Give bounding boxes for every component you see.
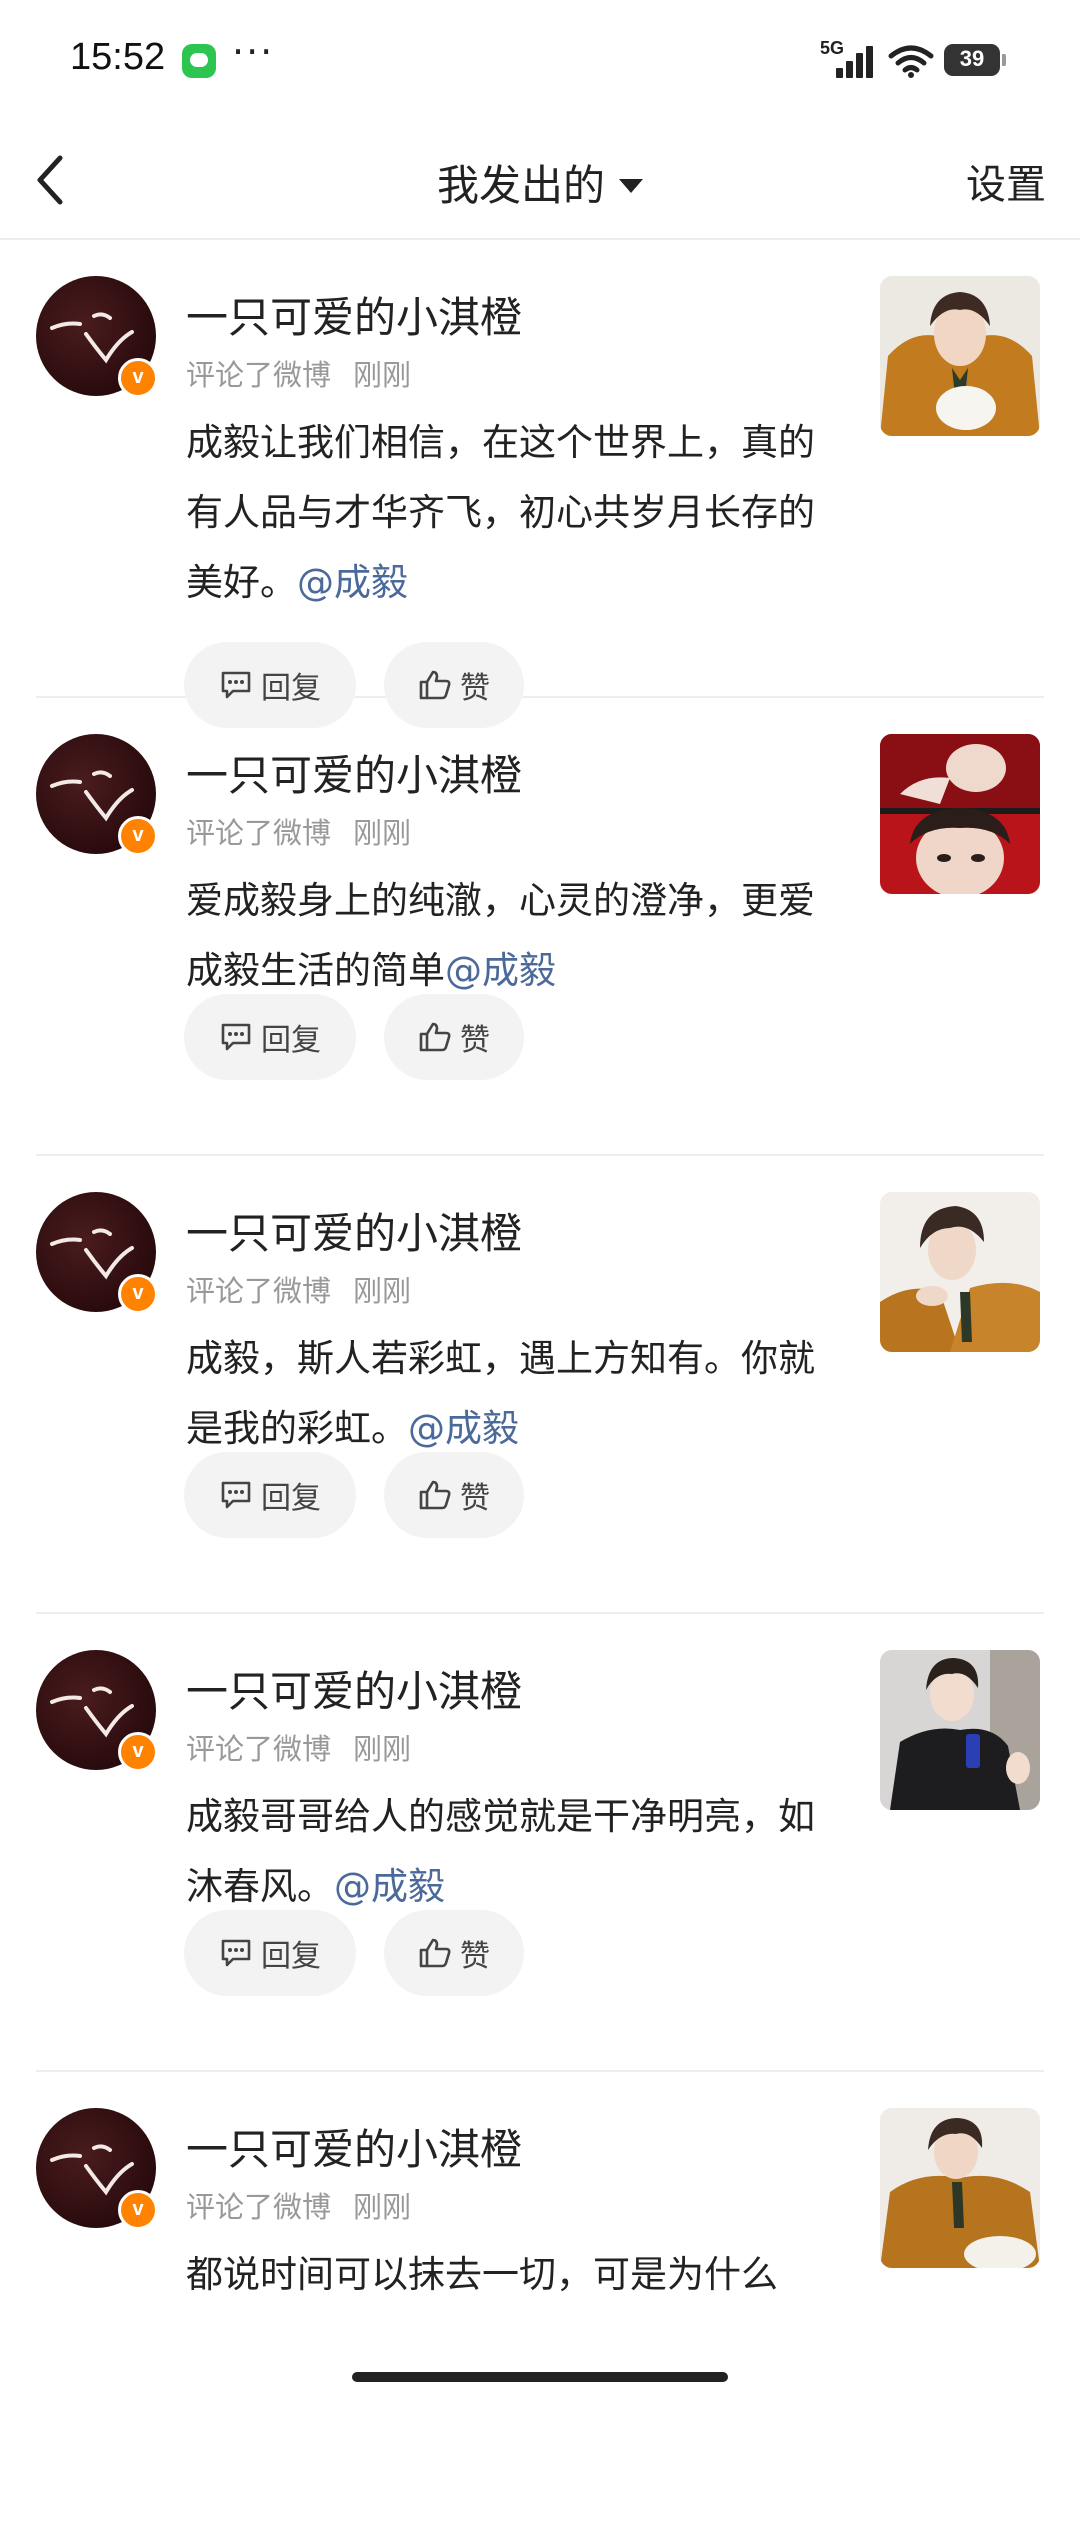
comment-actions: 回复 赞 — [184, 1910, 524, 1996]
action-label: 评论了微博 — [186, 358, 332, 392]
mention-link[interactable]: @成毅 — [445, 949, 556, 992]
wifi-icon — [888, 45, 934, 78]
comment-text: 都说时间可以抹去一切，可是为什么 — [186, 2240, 826, 2310]
avatar[interactable]: v — [36, 2108, 158, 2230]
signal-icon — [836, 44, 876, 78]
status-time: 15:52 — [70, 36, 166, 78]
like-button[interactable]: 赞 — [384, 1910, 524, 1996]
message-app-icon — [182, 44, 216, 78]
action-label: 评论了微博 — [186, 1274, 332, 1308]
comment-bubble-icon — [221, 1939, 251, 1967]
timestamp: 刚刚 — [353, 358, 412, 392]
reply-button[interactable]: 回复 — [184, 994, 356, 1080]
username[interactable]: 一只可爱的小淇橙 — [186, 742, 522, 803]
avatar[interactable]: v — [36, 1192, 158, 1314]
avatar[interactable]: v — [36, 276, 158, 398]
reply-label: 回复 — [261, 1481, 321, 1516]
timestamp: 刚刚 — [353, 816, 412, 850]
reply-label: 回复 — [261, 1023, 321, 1058]
comment-text: 成毅，斯人若彩虹，遇上方知有。你就是我的彩虹。@成毅 — [186, 1324, 826, 1464]
comment-bubble-icon — [221, 1023, 251, 1051]
comment-text: 爱成毅身上的纯澈，心灵的澄净，更爱成毅生活的简单@成毅 — [186, 866, 826, 1006]
nav-bar: 我发出的 设置 — [0, 120, 1080, 240]
reply-button[interactable]: 回复 — [184, 1910, 356, 1996]
action-label: 评论了微博 — [186, 2190, 332, 2224]
post-thumbnail[interactable] — [880, 276, 1040, 436]
comment-meta: 评论了微博 刚刚 — [186, 810, 411, 852]
reply-button[interactable]: 回复 — [184, 1452, 356, 1538]
avatar[interactable]: v — [36, 1650, 158, 1772]
battery-icon: 39 — [944, 44, 1006, 76]
thumbs-up-icon — [419, 1938, 451, 1968]
like-button[interactable]: 赞 — [384, 994, 524, 1080]
status-bar: 15:52 ··· 5G 39 — [0, 0, 1080, 120]
action-label: 评论了微博 — [186, 816, 332, 850]
post-thumbnail[interactable] — [880, 1650, 1040, 1810]
comment-card[interactable]: v 一只可爱的小淇橙 评论了微博 刚刚 都说时间可以抹去一切，可是为什么 — [36, 2072, 1044, 2528]
page-title-label: 我发出的 — [436, 161, 605, 210]
title-dropdown[interactable]: 我发出的 — [437, 152, 643, 213]
thumbs-up-icon — [419, 1022, 451, 1052]
username[interactable]: 一只可爱的小淇橙 — [186, 2116, 522, 2177]
comment-meta: 评论了微博 刚刚 — [186, 1726, 411, 1768]
timestamp: 刚刚 — [353, 2190, 412, 2224]
verified-badge: v — [118, 1274, 158, 1314]
like-label: 赞 — [460, 1939, 490, 1974]
timestamp: 刚刚 — [353, 1274, 412, 1308]
post-thumbnail[interactable] — [880, 2108, 1040, 2268]
comment-card[interactable]: v 一只可爱的小淇橙 评论了微博 刚刚 成毅，斯人若彩虹，遇上方知有。你就是我的彩… — [36, 1156, 1044, 1614]
post-thumbnail[interactable] — [880, 734, 1040, 894]
username[interactable]: 一只可爱的小淇橙 — [186, 1200, 522, 1261]
username[interactable]: 一只可爱的小淇橙 — [186, 284, 522, 345]
post-thumbnail[interactable] — [880, 1192, 1040, 1352]
more-notifications-icon: ··· — [232, 30, 275, 74]
comment-actions: 回复 赞 — [184, 994, 524, 1080]
avatar[interactable]: v — [36, 734, 158, 856]
thumbs-up-icon — [419, 1480, 451, 1510]
mention-link[interactable]: @成毅 — [408, 1407, 519, 1450]
comment-actions: 回复 赞 — [184, 1452, 524, 1538]
mention-link[interactable]: @成毅 — [297, 561, 408, 604]
like-label: 赞 — [460, 1481, 490, 1516]
comment-text: 成毅让我们相信，在这个世界上，真的有人品与才华齐飞，初心共岁月长存的美好。@成毅 — [186, 408, 826, 618]
comment-meta: 评论了微博 刚刚 — [186, 352, 411, 394]
battery-level: 39 — [959, 46, 985, 71]
action-label: 评论了微博 — [186, 1732, 332, 1766]
comment-body: 成毅让我们相信，在这个世界上，真的有人品与才华齐飞，初心共岁月长存的美好。 — [186, 421, 815, 604]
like-button[interactable]: 赞 — [384, 1452, 524, 1538]
comment-card[interactable]: v 一只可爱的小淇橙 评论了微博 刚刚 爱成毅身上的纯澈，心灵的澄净，更爱成毅生活… — [36, 698, 1044, 1156]
home-indicator[interactable] — [352, 2372, 728, 2382]
verified-badge: v — [118, 816, 158, 856]
comment-body: 成毅哥哥给人的感觉就是干净明亮，如沐春风。 — [186, 1795, 815, 1908]
timestamp: 刚刚 — [353, 1732, 412, 1766]
comment-card[interactable]: v 一只可爱的小淇橙 评论了微博 刚刚 成毅让我们相信，在这个世界上，真的有人品与… — [36, 240, 1044, 728]
verified-badge: v — [118, 358, 158, 398]
comment-bubble-icon — [221, 1481, 251, 1509]
comment-card[interactable]: v 一只可爱的小淇橙 评论了微博 刚刚 成毅哥哥给人的感觉就是干净明亮，如沐春风。… — [36, 1614, 1044, 2072]
settings-button[interactable]: 设置 — [966, 152, 1046, 210]
reply-label: 回复 — [261, 1939, 321, 1974]
comment-bubble-icon — [221, 671, 251, 699]
comment-text: 成毅哥哥给人的感觉就是干净明亮，如沐春风。@成毅 — [186, 1782, 826, 1922]
verified-badge: v — [118, 1732, 158, 1772]
comment-body: 都说时间可以抹去一切，可是为什么 — [186, 2253, 778, 2296]
caret-down-icon — [619, 178, 643, 193]
page-title: 我发出的 — [0, 152, 1080, 213]
mention-link[interactable]: @成毅 — [334, 1865, 445, 1908]
like-label: 赞 — [460, 1023, 490, 1058]
verified-badge: v — [118, 2190, 158, 2230]
thumbs-up-icon — [419, 670, 451, 700]
username[interactable]: 一只可爱的小淇橙 — [186, 1658, 522, 1719]
comment-meta: 评论了微博 刚刚 — [186, 1268, 411, 1310]
comment-feed: v 一只可爱的小淇橙 评论了微博 刚刚 成毅让我们相信，在这个世界上，真的有人品与… — [0, 240, 1080, 2528]
comment-meta: 评论了微博 刚刚 — [186, 2184, 411, 2226]
